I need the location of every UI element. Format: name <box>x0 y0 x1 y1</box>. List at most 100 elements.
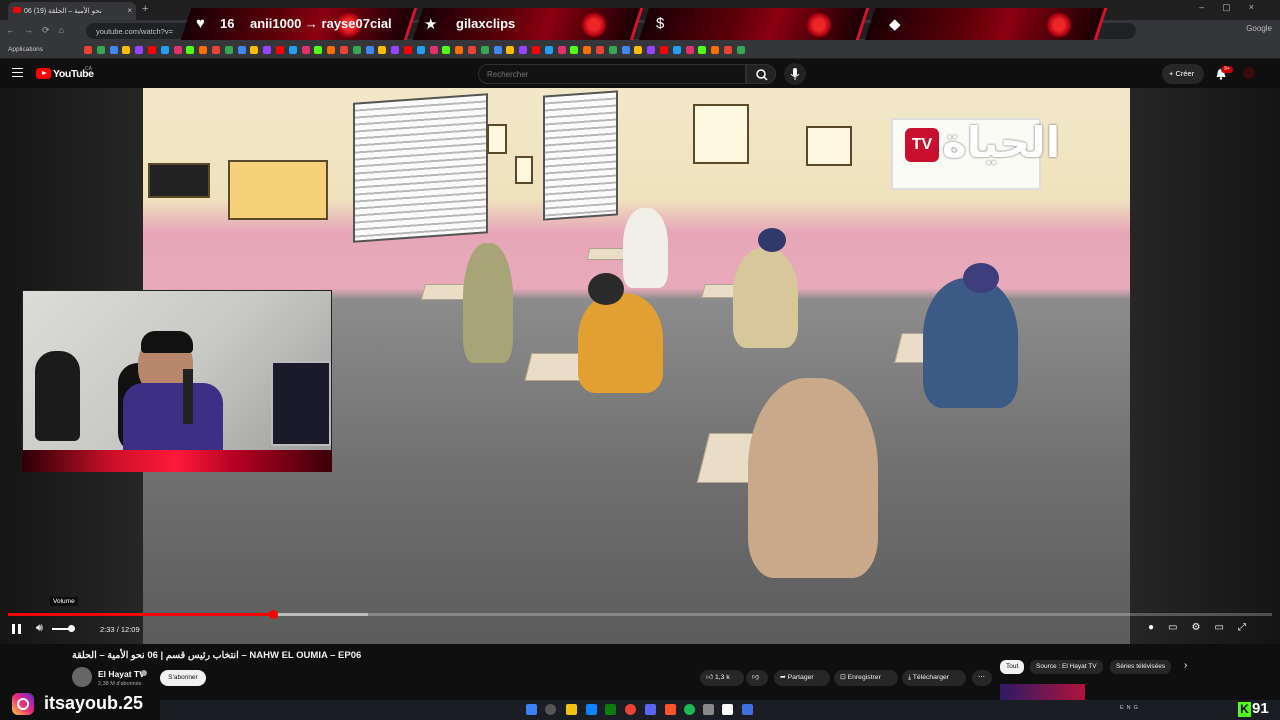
brave-icon[interactable] <box>665 704 676 715</box>
bookmark-favicon-icon[interactable] <box>237 46 246 54</box>
pause-button[interactable] <box>12 624 21 634</box>
bookmark-favicon-icon[interactable] <box>557 46 566 54</box>
bookmark-favicon-icon[interactable] <box>365 46 374 54</box>
captions-icon[interactable]: ▭ <box>1168 622 1191 633</box>
system-tray[interactable]: ENG <box>1120 705 1141 711</box>
bookmark-favicon-icon[interactable] <box>288 46 297 54</box>
player-right-controls[interactable]: ●▭⚙▭⤢ <box>1148 622 1260 633</box>
bookmark-favicon-icon[interactable] <box>276 46 284 54</box>
channel-name[interactable]: El Hayat TV <box>98 669 145 679</box>
bookmark-favicon-icon[interactable] <box>250 46 259 54</box>
bookmark-favicon-icon[interactable] <box>455 46 464 54</box>
bookmark-favicon-icon[interactable] <box>685 46 694 54</box>
more-actions-button[interactable]: ⋯ <box>972 670 992 686</box>
bookmark-favicon-icon[interactable] <box>391 46 400 54</box>
bookmark-favicon-icon[interactable] <box>519 46 528 54</box>
taskbar-search-icon[interactable] <box>545 704 556 715</box>
bookmark-favicon-icon[interactable] <box>84 46 92 54</box>
tiktok-icon[interactable] <box>722 704 733 715</box>
like-button[interactable]: 👍︎ 1,3 k <box>700 670 744 686</box>
file-explorer-icon[interactable] <box>566 704 577 715</box>
bookmark-favicon-icon[interactable] <box>416 46 425 54</box>
bookmark-favicon-icon[interactable] <box>301 46 310 54</box>
bookmark-applications[interactable]: Applications <box>8 46 43 53</box>
bookmark-favicon-icon[interactable] <box>493 46 502 54</box>
settings-gear-icon[interactable]: ⚙ <box>1192 622 1215 633</box>
nav-buttons[interactable]: ←→⟳⌂ <box>6 25 73 36</box>
chrome-icon[interactable] <box>625 704 636 715</box>
spotify-icon[interactable] <box>684 704 695 715</box>
bookmark-favicon-icon[interactable] <box>647 46 656 54</box>
browser-tab[interactable]: 06 نحو الأمية – الحلقة (19) × <box>8 2 136 20</box>
bookmark-favicon-icon[interactable] <box>224 46 233 54</box>
chip-source[interactable]: Source : El Hayat TV <box>1030 660 1103 674</box>
bookmark-favicon-icon[interactable] <box>596 46 604 54</box>
account-avatar[interactable] <box>1243 67 1255 79</box>
search-input[interactable] <box>478 64 746 84</box>
bookmark-favicon-icon[interactable] <box>378 46 387 54</box>
app-icon[interactable] <box>742 704 753 715</box>
bookmark-favicon-icon[interactable] <box>186 46 195 54</box>
bookmark-favicon-icon[interactable] <box>570 46 579 54</box>
download-button[interactable]: ⤓ Télécharger <box>902 670 966 686</box>
bookmark-favicon-icon[interactable] <box>442 46 451 54</box>
bookmark-favicon-icon[interactable] <box>340 46 348 54</box>
autoplay-toggle-icon[interactable]: ● <box>1148 622 1168 633</box>
store-icon[interactable] <box>586 704 597 715</box>
bookmark-favicon-icon[interactable] <box>608 46 617 54</box>
new-tab-icon[interactable]: + <box>142 3 148 15</box>
bookmark-favicon-icon[interactable] <box>122 46 131 54</box>
bookmark-favicon-icon[interactable] <box>148 46 156 54</box>
youtube-logo-icon[interactable] <box>36 68 51 79</box>
subscribe-button[interactable]: S'abonner <box>160 670 206 686</box>
bookmark-favicon-icon[interactable] <box>583 46 592 54</box>
volume-knob[interactable] <box>67 625 75 632</box>
google-label[interactable]: Google <box>1246 24 1272 33</box>
window-controls[interactable]: –▢× <box>1199 2 1272 13</box>
bookmark-favicon-icon[interactable] <box>736 46 745 54</box>
bookmark-favicon-icon[interactable] <box>173 46 182 54</box>
bookmark-favicon-icon[interactable] <box>544 46 553 54</box>
bookmark-favicon-icon[interactable] <box>96 46 105 54</box>
search-button[interactable] <box>746 64 776 84</box>
start-icon[interactable] <box>526 704 537 715</box>
bookmark-favicon-icon[interactable] <box>212 46 220 54</box>
bookmark-favicon-icon[interactable] <box>506 46 515 54</box>
bookmark-favicon-icon[interactable] <box>660 46 668 54</box>
bookmark-favicon-icon[interactable] <box>327 46 336 54</box>
close-tab-icon[interactable]: × <box>127 6 132 15</box>
bookmark-favicon-icon[interactable] <box>468 46 476 54</box>
bookmark-favicon-icon[interactable] <box>135 46 144 54</box>
share-button[interactable]: ➦ Partager <box>774 670 830 686</box>
bookmark-favicon-icon[interactable] <box>352 46 361 54</box>
bookmark-favicon-icon[interactable] <box>404 46 412 54</box>
bookmark-favicon-icon[interactable] <box>724 46 732 54</box>
bookmark-favicon-icon[interactable] <box>711 46 720 54</box>
save-button[interactable]: ⊡ Enregistrer <box>834 670 898 686</box>
bookmark-favicon-icon[interactable] <box>634 46 643 54</box>
chevron-right-icon[interactable]: › <box>1184 660 1187 671</box>
hamburger-menu-icon[interactable] <box>12 68 23 77</box>
theater-mode-icon[interactable]: ▭ <box>1214 622 1237 633</box>
chip-series[interactable]: Séries télévisées <box>1110 660 1172 674</box>
channel-avatar[interactable] <box>72 667 92 687</box>
obs-icon[interactable] <box>703 704 714 715</box>
bookmark-favicon-icon[interactable] <box>199 46 208 54</box>
discord-icon[interactable] <box>645 704 656 715</box>
bookmark-favicon-icon[interactable] <box>532 46 540 54</box>
bookmark-favicon-icon[interactable] <box>429 46 438 54</box>
dislike-button[interactable]: 👎︎ <box>746 670 768 686</box>
voice-search-button[interactable] <box>784 63 806 85</box>
bookmark-favicon-icon[interactable] <box>109 46 118 54</box>
bookmark-favicon-icon[interactable] <box>672 46 681 54</box>
bookmark-favicon-icon[interactable] <box>160 46 169 54</box>
bookmark-favicon-icon[interactable] <box>263 46 272 54</box>
bookmark-favicon-icon[interactable] <box>480 46 489 54</box>
bookmark-favicon-icon[interactable] <box>314 46 323 54</box>
fullscreen-icon[interactable]: ⤢ <box>1238 622 1260 633</box>
chip-all[interactable]: Tout <box>1000 660 1025 674</box>
volume-icon[interactable]: 🔊︎ <box>36 622 43 635</box>
bookmark-favicon-icon[interactable] <box>621 46 630 54</box>
create-button[interactable]: + Créer <box>1162 64 1204 84</box>
bookmark-favicon-icon[interactable] <box>698 46 707 54</box>
